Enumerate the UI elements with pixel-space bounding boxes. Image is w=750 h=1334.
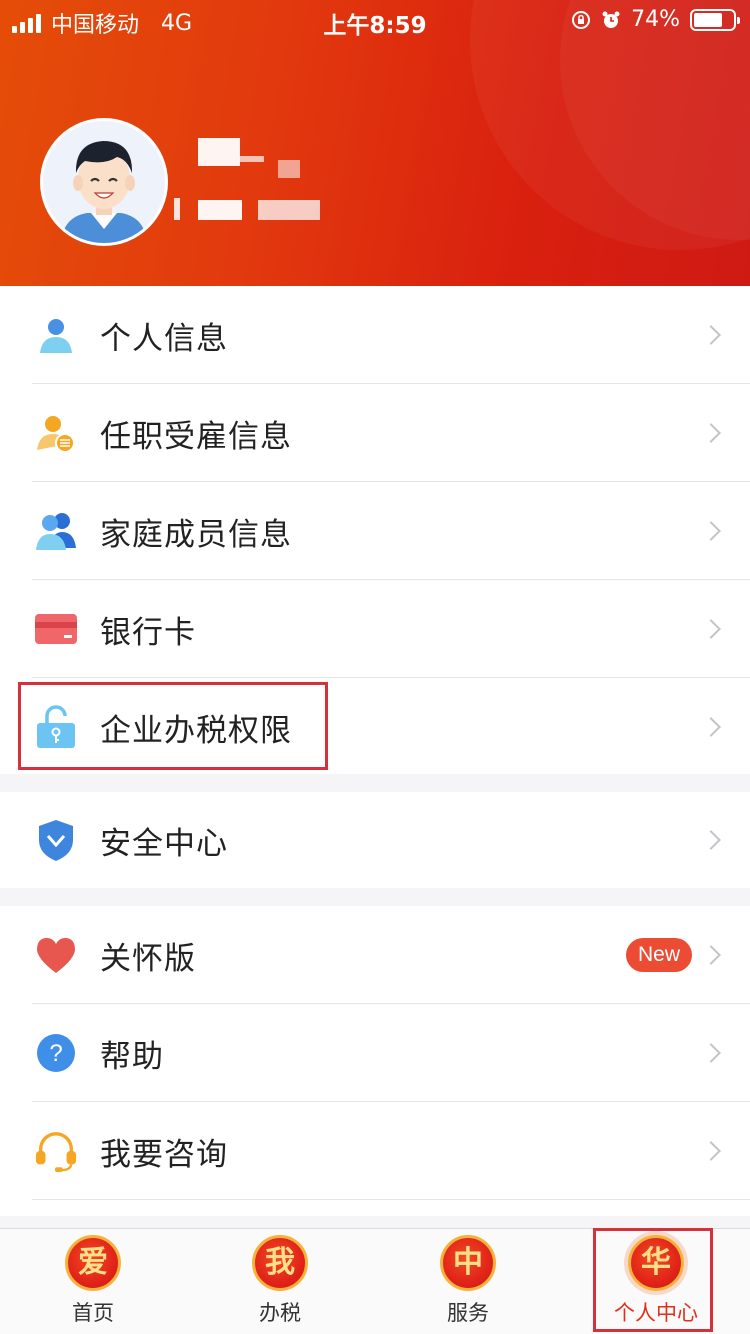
tab-home[interactable]: 爱 首页 xyxy=(33,1229,153,1334)
chevron-right-icon xyxy=(701,830,721,850)
menu-group-support: 关怀版 New ? 帮助 我要咨询 xyxy=(0,906,750,1216)
heart-icon xyxy=(34,933,78,977)
svg-text:?: ? xyxy=(49,1040,62,1067)
id-redacted xyxy=(258,200,320,220)
menu-item-family-info[interactable]: 家庭成员信息 xyxy=(0,482,750,580)
menu-item-help[interactable]: ? 帮助 xyxy=(0,1004,750,1102)
menu-item-bank-card[interactable]: 银行卡 xyxy=(0,580,750,678)
menu-item-label: 安全中心 xyxy=(100,825,228,862)
id-redacted xyxy=(198,200,242,220)
name-redacted xyxy=(278,160,300,178)
chevron-right-icon xyxy=(701,717,721,737)
help-icon: ? xyxy=(34,1031,78,1075)
name-redacted xyxy=(240,156,264,162)
bank-card-icon xyxy=(34,607,78,651)
tab-tax-icon: 我 xyxy=(252,1235,308,1291)
headset-icon xyxy=(34,1129,78,1173)
employment-icon xyxy=(34,411,78,455)
battery-icon xyxy=(690,8,740,31)
menu-item-care-version[interactable]: 关怀版 New xyxy=(0,906,750,1004)
person-icon xyxy=(34,313,78,357)
tab-service-icon: 中 xyxy=(440,1235,496,1291)
chevron-right-icon xyxy=(701,1043,721,1063)
menu-group-security: 安全中心 xyxy=(0,792,750,888)
id-redacted xyxy=(174,198,180,220)
profile-header: 中国移动 4G 上午8:59 74% xyxy=(0,0,750,286)
chevron-right-icon xyxy=(701,619,721,639)
chevron-right-icon xyxy=(701,945,721,965)
name-redacted xyxy=(198,138,240,166)
menu-item-personal-info[interactable]: 个人信息 xyxy=(0,286,750,384)
new-badge: New xyxy=(625,938,692,972)
tab-label: 办税 xyxy=(259,1301,301,1325)
avatar-illustration xyxy=(43,121,165,243)
tab-label: 服务 xyxy=(447,1301,489,1325)
tab-label: 首页 xyxy=(72,1301,114,1325)
highlight-box xyxy=(18,682,328,770)
alarm-icon xyxy=(602,11,620,28)
chevron-right-icon xyxy=(701,325,721,345)
menu-item-label: 关怀版 xyxy=(100,940,196,977)
menu-item-security-center[interactable]: 安全中心 xyxy=(0,792,750,888)
menu-item-label: 任职受雇信息 xyxy=(100,418,292,455)
menu-item-label: 我要咨询 xyxy=(100,1136,228,1173)
menu-item-employment-info[interactable]: 任职受雇信息 xyxy=(0,384,750,482)
highlight-box xyxy=(593,1228,713,1332)
menu-item-label: 家庭成员信息 xyxy=(100,516,292,553)
status-bar: 中国移动 4G 上午8:59 74% xyxy=(0,0,750,40)
family-icon xyxy=(34,509,78,553)
chevron-right-icon xyxy=(701,423,721,443)
tab-tax[interactable]: 我 办税 xyxy=(220,1229,340,1334)
menu-item-label: 帮助 xyxy=(100,1038,164,1075)
chevron-right-icon xyxy=(701,521,721,541)
menu-item-label: 银行卡 xyxy=(100,614,196,651)
menu-item-label: 个人信息 xyxy=(100,320,228,357)
shield-icon xyxy=(34,818,78,862)
tab-home-icon: 爱 xyxy=(65,1235,121,1291)
battery-percent: 74% xyxy=(631,7,680,32)
menu-item-consult[interactable]: 我要咨询 xyxy=(0,1102,750,1200)
tab-service[interactable]: 中 服务 xyxy=(408,1229,528,1334)
avatar[interactable] xyxy=(40,118,168,246)
rotation-lock-icon xyxy=(572,10,591,29)
chevron-right-icon xyxy=(701,1141,721,1161)
